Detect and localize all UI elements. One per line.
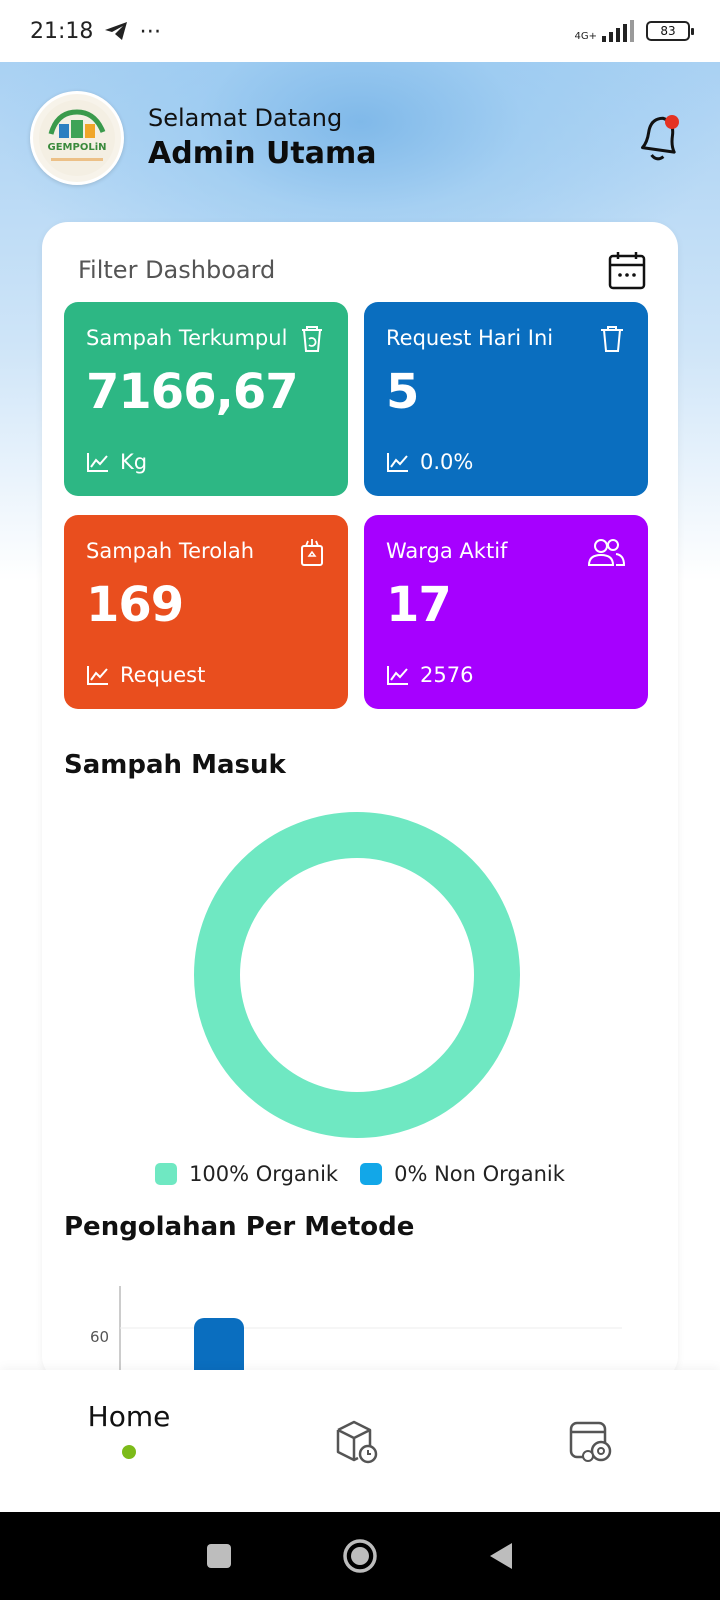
users-icon: [587, 539, 626, 566]
package-clock-icon[interactable]: [334, 1418, 380, 1464]
system-navigation-bar: [0, 1512, 720, 1600]
stat-card-request-hari-ini[interactable]: Request Hari Ini 5 0.0%: [364, 302, 648, 496]
stat-footer-text: Request: [120, 663, 206, 687]
legend-swatch: [155, 1163, 178, 1185]
notification-bell-icon[interactable]: [634, 110, 686, 166]
telegram-icon: [105, 22, 128, 40]
stat-title: Sampah Terolah: [86, 539, 255, 563]
greeting-text: Selamat Datang: [148, 104, 343, 132]
stat-footer-text: 0.0%: [420, 450, 474, 474]
trend-icon: [87, 453, 108, 472]
trend-icon: [387, 666, 408, 685]
battery-indicator: 83: [646, 21, 694, 41]
status-time: 21:18: [30, 18, 94, 44]
legend-swatch: [360, 1163, 383, 1185]
filter-row: Filter Dashboard: [78, 250, 646, 290]
trend-icon: [387, 453, 408, 472]
trend-icon: [87, 666, 108, 685]
stat-card-sampah-terolah[interactable]: Sampah Terolah 169 Request: [64, 515, 348, 709]
nav-home-label: Home: [87, 1400, 171, 1433]
settings-window-icon[interactable]: [568, 1418, 614, 1464]
legend-item-non-organik: 0% Non Organik: [360, 1162, 565, 1186]
active-indicator-dot: [122, 1445, 136, 1459]
stat-footer: Request: [86, 663, 205, 687]
stat-value: 17: [386, 577, 452, 633]
recent-apps-icon[interactable]: [206, 1543, 232, 1569]
battery-level: 83: [660, 24, 676, 38]
status-bar: 21:18 ⋯ 4G+ 83: [0, 0, 720, 62]
section-title-sampah-masuk: Sampah Masuk: [64, 750, 286, 780]
bottom-navigation: Home: [0, 1370, 720, 1512]
stat-footer: 0.0%: [386, 450, 473, 474]
pengolahan-bar-chart: 60: [82, 1282, 642, 1382]
bar-chart-svg: [119, 1286, 622, 1382]
stat-card-warga-aktif[interactable]: Warga Aktif 17 2576: [364, 515, 648, 709]
trash-icon: [601, 326, 623, 352]
recycle-bin-icon: [302, 326, 322, 352]
nav-home[interactable]: Home: [74, 1400, 184, 1459]
header: GEMPOLiN Selamat Datang Admin Utama: [30, 90, 690, 185]
sampah-masuk-donut-chart: [194, 812, 520, 1138]
stat-footer: Kg: [86, 450, 147, 474]
legend-label: 0% Non Organik: [394, 1162, 565, 1186]
greeting-block: Selamat Datang Admin Utama: [148, 104, 377, 171]
stat-value: 5: [386, 364, 419, 420]
app-logo: GEMPOLiN: [30, 90, 124, 185]
legend-label: 100% Organik: [189, 1162, 339, 1186]
stat-footer-text: 2576: [420, 663, 474, 687]
stat-value: 7166,67: [86, 364, 299, 420]
logo-graphic: GEMPOLiN: [39, 99, 115, 176]
stat-title: Request Hari Ini: [386, 326, 554, 350]
back-triangle-icon[interactable]: [488, 1541, 514, 1571]
calendar-icon[interactable]: [608, 250, 646, 290]
dashboard-card: Filter Dashboard Sampah Terkumpul 7166,6…: [42, 222, 678, 1382]
stat-card-sampah-terkumpul[interactable]: Sampah Terkumpul 7166,67 Kg: [64, 302, 348, 496]
stat-title: Sampah Terkumpul: [86, 326, 288, 350]
stat-value: 169: [86, 577, 184, 633]
stat-footer: 2576: [386, 663, 473, 687]
network-label: 4G+: [574, 31, 598, 42]
recycle-box-icon: [301, 539, 323, 566]
legend-item-organik: 100% Organik: [155, 1162, 338, 1186]
section-title-pengolahan: Pengolahan Per Metode: [64, 1212, 415, 1242]
donut-legend: 100% Organik 0% Non Organik: [42, 1162, 678, 1186]
more-icon: ⋯: [139, 18, 162, 44]
user-name: Admin Utama: [148, 136, 377, 171]
filter-label: Filter Dashboard: [78, 256, 276, 284]
home-circle-icon[interactable]: [342, 1538, 378, 1574]
y-tick-label: 60: [90, 1328, 110, 1346]
signal-icon: [602, 20, 634, 42]
donut-slice-organik: [194, 812, 520, 1138]
logo-text: GEMPOLiN: [48, 142, 107, 153]
stat-footer-text: Kg: [120, 450, 148, 474]
